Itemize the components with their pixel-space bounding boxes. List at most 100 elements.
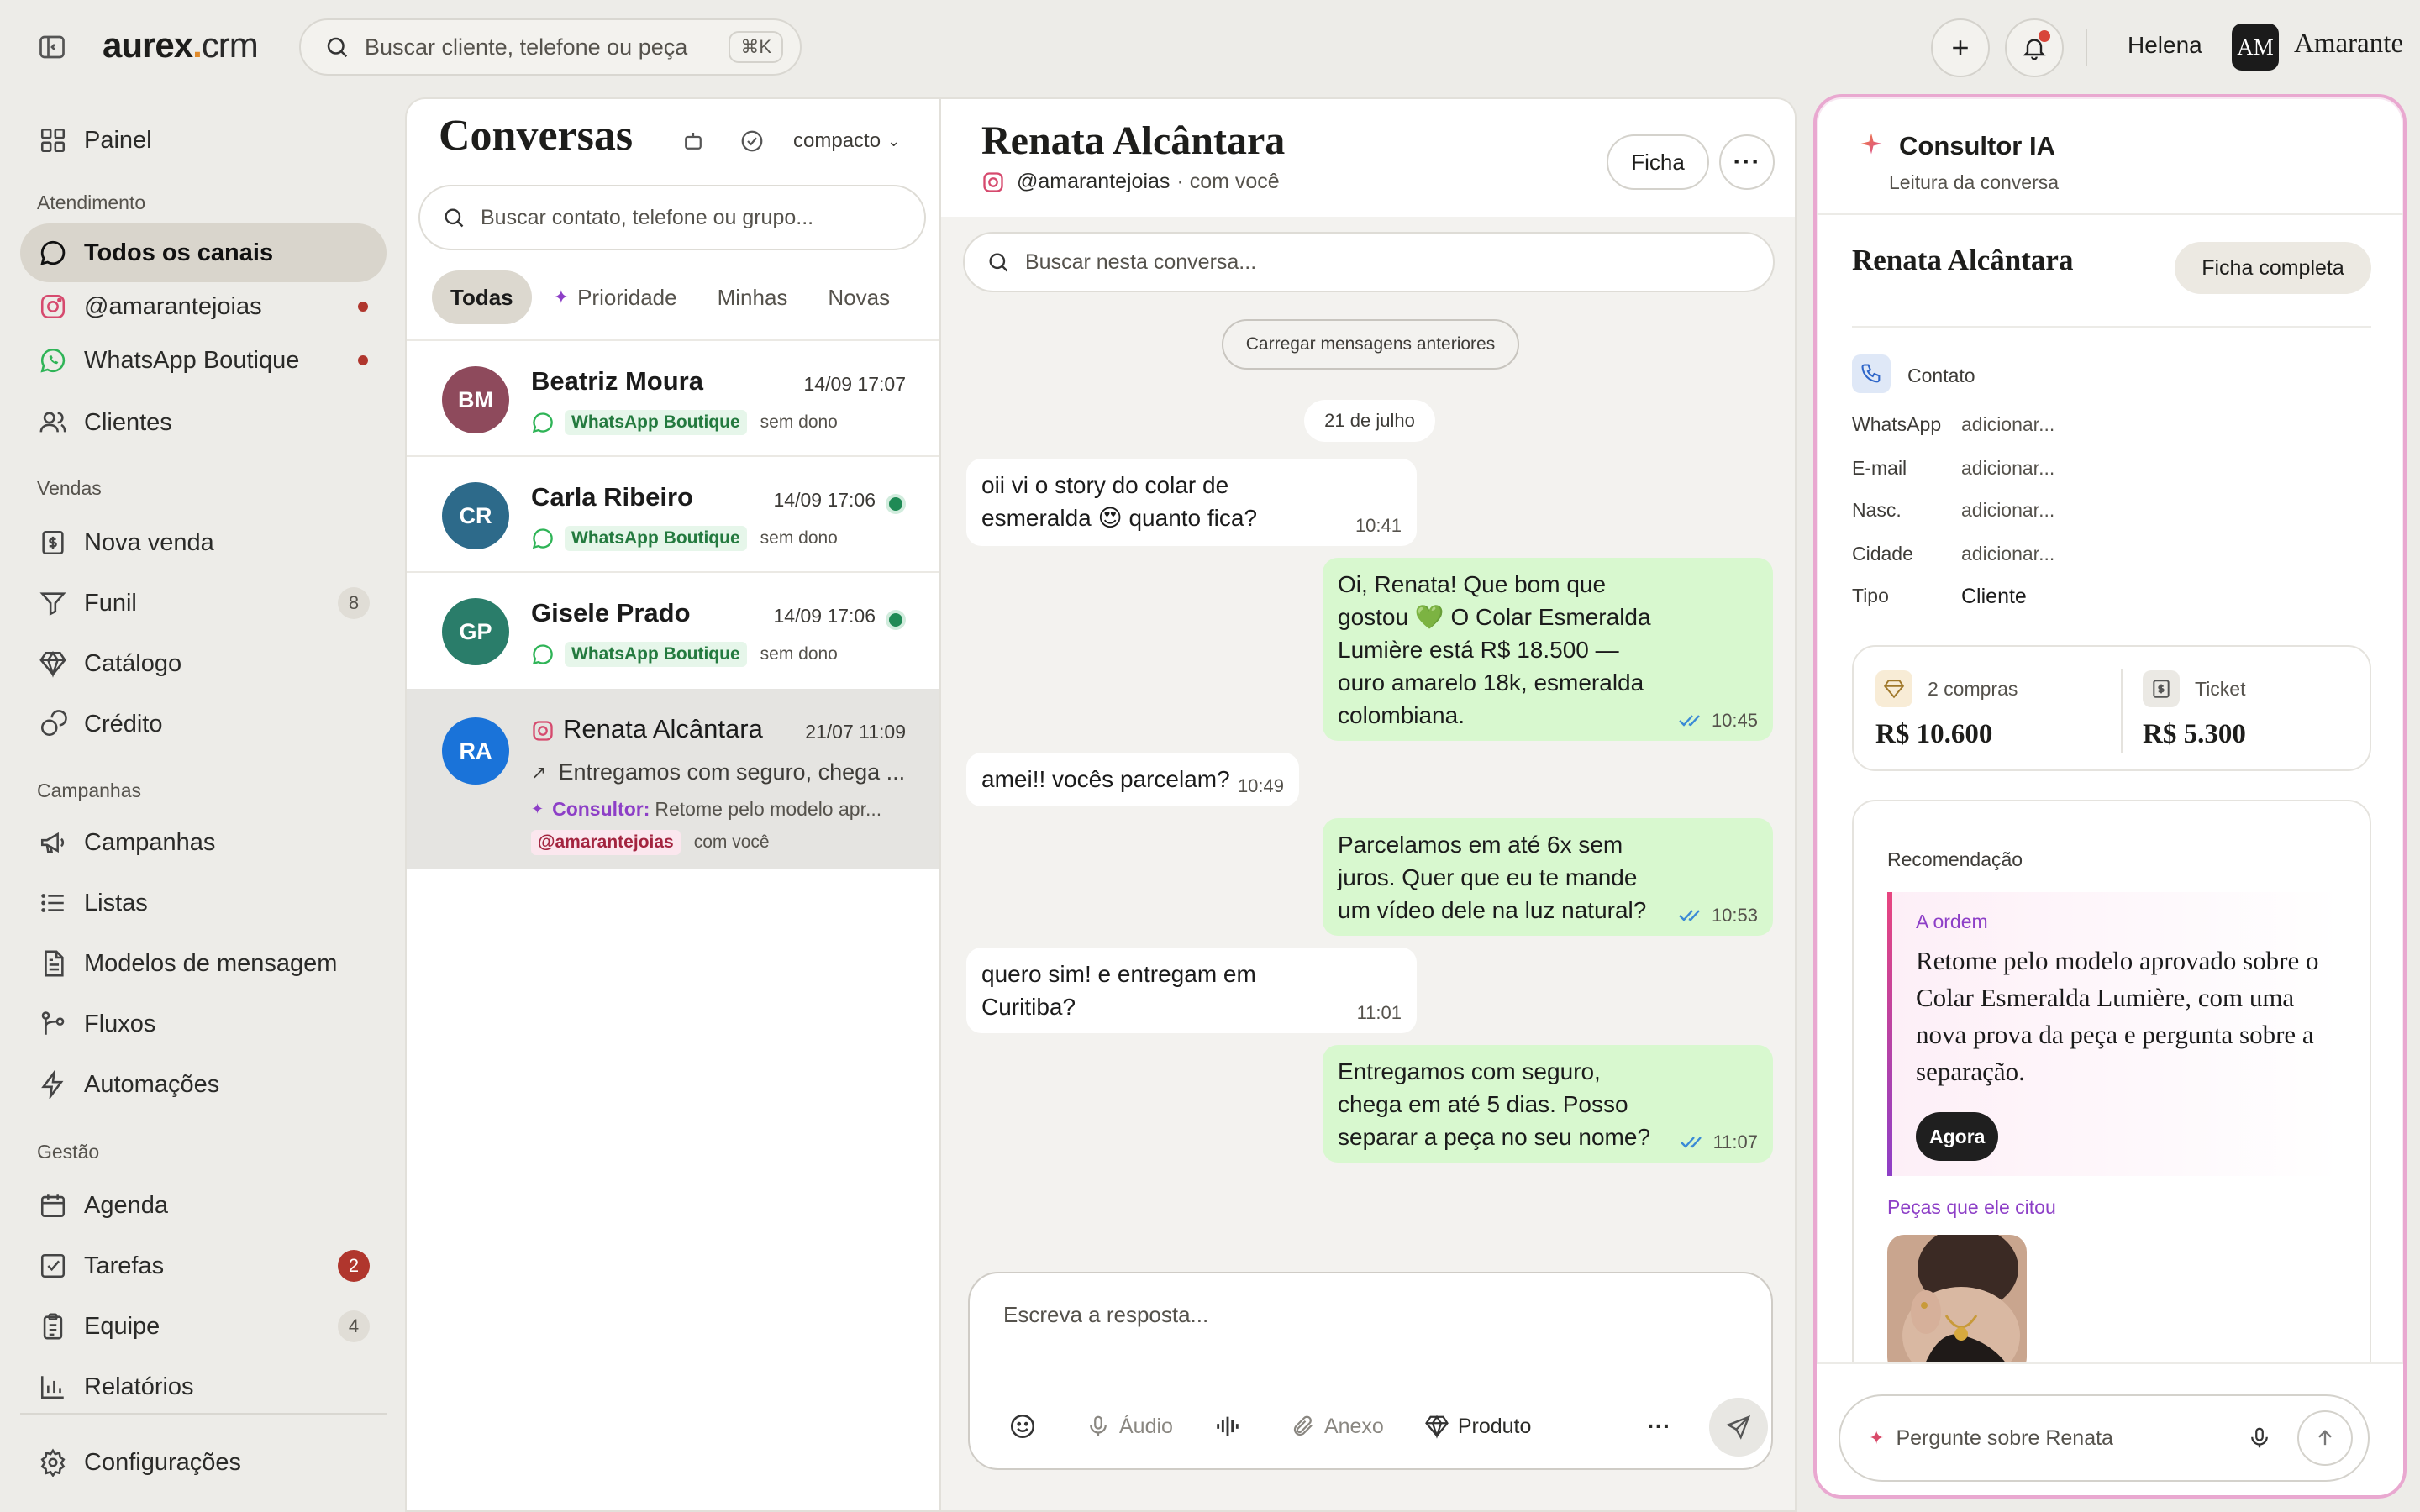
double-check-icon — [1679, 910, 1700, 921]
tab-minhas[interactable]: Minhas — [699, 270, 807, 324]
user-name[interactable]: Helena — [2128, 32, 2202, 59]
sidebar-item-todos-canais[interactable]: Todos os canais — [20, 223, 387, 282]
sidebar-item-equipe[interactable]: Equipe 4 — [20, 1297, 387, 1356]
sidebar-item-catalogo[interactable]: Catálogo — [20, 634, 387, 693]
channel-tag: @amarantejoias — [531, 830, 681, 855]
sidebar-item-modelos[interactable]: Modelos de mensagem — [20, 934, 387, 993]
field-type[interactable]: Tipo Cliente — [1852, 585, 2027, 609]
brand-logo[interactable]: aurex.crm — [103, 25, 259, 66]
purchases-stat: 2 compras R$ 10.600 — [1876, 670, 2018, 750]
sidebar-item-instagram[interactable]: @amarantejoias — [20, 281, 387, 333]
notifications-button[interactable] — [2005, 18, 2064, 77]
sidebar-item-label: Funil — [84, 589, 137, 617]
tab-prioridade[interactable]: ✦ Prioridade — [535, 270, 696, 324]
sidebar-toggle-icon[interactable] — [37, 32, 67, 62]
field-birthdate[interactable]: Nasc. adicionar... — [1852, 499, 2054, 522]
sidebar-item-automacoes[interactable]: Automações — [20, 1055, 387, 1114]
sidebar-item-configuracoes[interactable]: Configurações — [20, 1433, 387, 1492]
send-button[interactable] — [1709, 1398, 1768, 1457]
online-status-dot — [886, 610, 906, 630]
gear-icon — [37, 1446, 69, 1478]
sidebar-item-listas[interactable]: Listas — [20, 874, 387, 932]
robot-icon — [685, 133, 702, 150]
field-whatsapp[interactable]: WhatsApp adicionar... — [1852, 413, 2054, 436]
conversation-meta: @amarantejoias com você — [531, 830, 770, 855]
emoji-button[interactable] — [1008, 1412, 1045, 1441]
conversation-time: 21/07 11:09 — [805, 721, 906, 743]
search-icon — [327, 37, 348, 58]
sidebar-item-tarefas[interactable]: Tarefas 2 — [20, 1236, 387, 1295]
reply-composer[interactable]: Escreva a resposta... Áudio Anexo Produt… — [968, 1272, 1773, 1470]
equipe-count-badge: 4 — [338, 1310, 370, 1342]
attachment-button[interactable]: Anexo — [1291, 1414, 1384, 1439]
whatsapp-icon — [532, 644, 553, 665]
add-button[interactable] — [1931, 18, 1990, 77]
sidebar-item-fluxos[interactable]: Fluxos — [20, 995, 387, 1053]
chat-bubble-icon — [37, 237, 69, 269]
voice-wave-button[interactable] — [1213, 1412, 1250, 1441]
global-search-input[interactable]: Buscar cliente, telefone ou peça ⌘K — [299, 18, 802, 76]
sidebar-item-label: Agenda — [84, 1191, 168, 1219]
field-email[interactable]: E-mail adicionar... — [1852, 457, 2054, 480]
tab-novas[interactable]: Novas — [809, 270, 908, 324]
ask-ai-placeholder: Pergunte sobre Renata — [1896, 1425, 2113, 1450]
sidebar-item-agenda[interactable]: Agenda — [20, 1176, 387, 1235]
ask-ai-input[interactable]: ✦ Pergunte sobre Renata — [1839, 1394, 2370, 1482]
chat-panel: Renata Alcântara @amarantejoias · com vo… — [939, 97, 1797, 1512]
sidebar-item-painel[interactable]: Painel — [20, 111, 387, 170]
load-older-button[interactable]: Carregar mensagens anteriores — [1222, 319, 1519, 370]
receipt-icon — [2143, 670, 2180, 707]
recommendation-card: Recomendação A ordem Retome pelo modelo … — [1852, 800, 2371, 1404]
sparkle-icon — [1859, 131, 1884, 156]
org-name[interactable]: Amarante — [2294, 29, 2403, 60]
piece-thumbnail[interactable] — [1887, 1235, 2027, 1374]
receipt-icon — [37, 527, 69, 559]
chat-handle: @amarantejoias — [1017, 170, 1171, 193]
tab-todas[interactable]: Todas — [432, 270, 532, 324]
more-options-button[interactable]: ··· — [1719, 134, 1775, 190]
sidebar-item-whatsapp[interactable]: WhatsApp Boutique — [20, 334, 387, 386]
sidebar-item-credito[interactable]: Crédito — [20, 695, 387, 753]
message-outgoing: Entregamos com seguro, chega em até 5 di… — [1323, 1045, 1773, 1163]
sidebar-item-campanhas[interactable]: Campanhas — [20, 813, 387, 872]
resolved-filter-button[interactable] — [739, 124, 765, 158]
org-avatar[interactable]: AM — [2232, 24, 2279, 71]
paperclip-icon — [1293, 1415, 1313, 1436]
message-outgoing: Parcelamos em até 6x sem juros. Quer que… — [1323, 818, 1773, 936]
recommendation-timing-pill[interactable]: Agora — [1916, 1112, 1999, 1161]
more-icon: ··· — [1647, 1413, 1671, 1439]
conversation-item-gisele[interactable]: GP Gisele Prado 14/09 17:06 WhatsApp Bou… — [407, 573, 939, 687]
ficha-button[interactable]: Ficha — [1607, 134, 1709, 190]
sidebar-item-relatorios[interactable]: Relatórios — [20, 1357, 387, 1416]
composer-more-button[interactable]: ··· — [1647, 1413, 1670, 1440]
sidebar-item-nova-venda[interactable]: Nova venda — [20, 513, 387, 572]
product-button[interactable]: Produto — [1424, 1414, 1531, 1439]
audio-button[interactable]: Áudio — [1086, 1414, 1173, 1439]
global-search-placeholder: Buscar cliente, telefone ou peça — [365, 34, 688, 60]
shortcut-badge: ⌘K — [729, 31, 783, 63]
contact-search-input[interactable]: Buscar contato, telefone ou grupo... — [418, 185, 926, 250]
sidebar-item-label: Modelos de mensagem — [84, 949, 338, 977]
chat-search-input[interactable]: Buscar nesta conversa... — [963, 232, 1775, 292]
ai-panel-header: Consultor IA Leitura da conversa — [1817, 97, 2403, 215]
search-icon — [445, 208, 464, 228]
conversation-time: 14/09 17:06 — [773, 605, 876, 627]
microphone-button[interactable] — [2247, 1425, 2272, 1451]
ask-send-button[interactable] — [2297, 1410, 2353, 1466]
waveform-icon — [1217, 1416, 1239, 1436]
message-time: 11:01 — [1356, 1002, 1402, 1023]
section-atendimento: Atendimento — [37, 192, 146, 213]
sidebar-item-funil[interactable]: Funil 8 — [20, 574, 387, 633]
section-vendas: Vendas — [37, 477, 102, 499]
field-city[interactable]: Cidade adicionar... — [1852, 543, 2054, 565]
message-incoming: oii vi o story do colar de esmeralda 😍 q… — [966, 459, 1417, 546]
conversation-item-carla[interactable]: CR Carla Ribeiro 14/09 17:06 WhatsApp Bo… — [407, 457, 939, 571]
sidebar-item-clientes[interactable]: Clientes — [20, 393, 387, 452]
conversation-item-renata[interactable]: RA Renata Alcântara 21/07 11:09 ↗ Entreg… — [407, 689, 939, 869]
full-profile-button[interactable]: Ficha completa — [2175, 242, 2371, 294]
conversation-time: 14/09 17:07 — [803, 373, 906, 395]
message-time: 10:45 — [1678, 711, 1758, 731]
conversation-item-beatriz[interactable]: BM Beatriz Moura 14/09 17:07 WhatsApp Bo… — [407, 341, 939, 455]
bot-filter-button[interactable] — [681, 124, 706, 158]
view-mode-dropdown[interactable]: compacto ⌄ — [793, 124, 900, 158]
